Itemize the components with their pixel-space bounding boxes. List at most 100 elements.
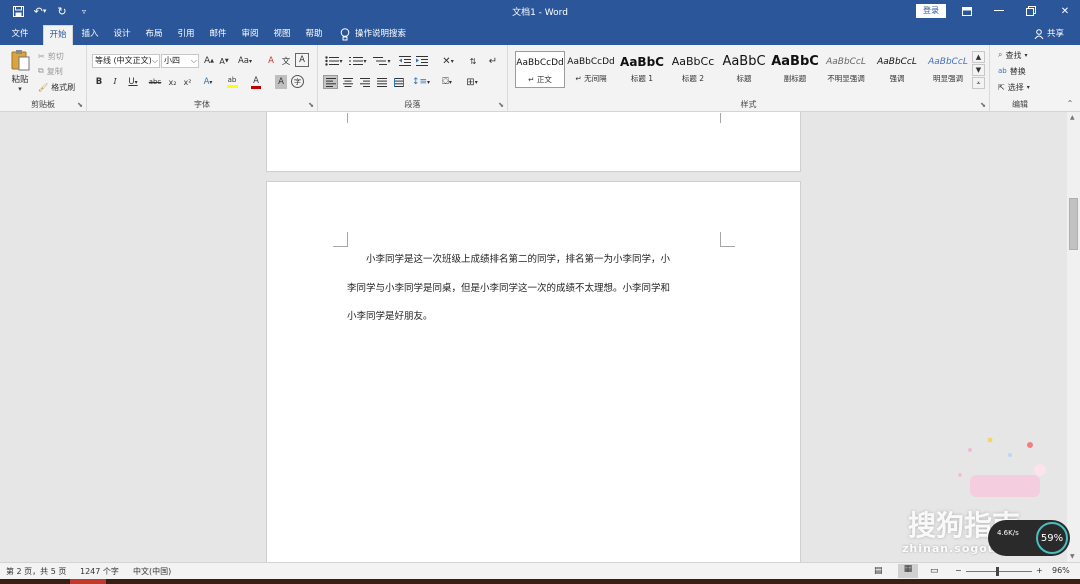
save-icon[interactable] xyxy=(10,3,26,19)
web-layout-icon[interactable]: ▭ xyxy=(930,566,939,576)
justify-button[interactable] xyxy=(374,75,389,89)
undo-icon[interactable]: ↶ ▾ xyxy=(32,3,48,19)
tab-view[interactable]: 视图 xyxy=(269,25,295,45)
styles-scroll-up-icon[interactable]: ▲ xyxy=(972,51,985,63)
asian-layout-button[interactable]: ✕ ▾ xyxy=(438,54,458,68)
char-border-button[interactable]: A xyxy=(295,53,309,67)
taskbar-item[interactable] xyxy=(70,579,106,584)
tab-mailings[interactable]: 邮件 xyxy=(205,25,231,45)
customize-icon[interactable]: ▿ xyxy=(76,3,92,19)
paste-label: 粘贴 xyxy=(11,75,29,85)
phonetic-guide-button[interactable]: 文 xyxy=(280,54,292,68)
multilevel-list-button[interactable]: ▾ xyxy=(372,54,392,68)
increase-indent-button[interactable] xyxy=(415,54,429,68)
enclose-char-button[interactable]: 字 xyxy=(291,75,304,88)
word-count[interactable]: 1247 个字 xyxy=(80,566,119,577)
align-left-button[interactable] xyxy=(323,75,338,89)
grow-font-button[interactable]: A ▲ xyxy=(203,54,215,68)
select-button[interactable]: ⇱ 选择 ▾ xyxy=(998,81,1030,93)
strikethrough-button[interactable]: abc xyxy=(147,75,163,89)
copy-button[interactable]: ⧉ 复制 xyxy=(38,65,63,77)
font-size-combo[interactable]: 小四 ⌵ xyxy=(161,54,199,68)
dialog-launcher-icon[interactable]: ⬊ xyxy=(308,101,314,109)
style-normal[interactable]: AaBbCcDd ↵ 正文 xyxy=(515,51,565,88)
zoom-out-icon[interactable]: − xyxy=(955,566,962,575)
sort-button[interactable]: ⇅ xyxy=(466,54,480,68)
style-emphasis[interactable]: AaBbCcL 强调 xyxy=(872,51,922,88)
close-icon[interactable]: ✕ xyxy=(1056,3,1074,19)
dialog-launcher-icon[interactable]: ⬊ xyxy=(498,101,504,109)
style-title[interactable]: AaBbC 标题 xyxy=(719,51,769,88)
line-spacing-button[interactable]: ↕≡ ▾ xyxy=(410,75,432,89)
styles-scroll-down-icon[interactable]: ▼ xyxy=(972,64,985,76)
zoom-slider-thumb[interactable] xyxy=(996,567,999,576)
tab-help[interactable]: 帮助 xyxy=(301,25,327,45)
tell-me-search[interactable]: 操作说明搜索 xyxy=(340,25,406,43)
zoom-slider[interactable] xyxy=(966,571,1032,572)
restore-icon[interactable] xyxy=(1022,3,1040,19)
find-button[interactable]: ⌕ 查找 ▾ xyxy=(998,49,1028,61)
network-meter-widget[interactable]: 4.6K/s 59% xyxy=(988,520,1070,556)
minimize-icon[interactable] xyxy=(990,3,1008,19)
share-button[interactable]: 共享 xyxy=(1034,25,1064,43)
print-layout-icon[interactable]: ▦ xyxy=(898,564,918,578)
ribbon-display-icon[interactable] xyxy=(958,3,976,19)
style-intense-emphasis[interactable]: AaBbCcL 明显强调 xyxy=(923,51,973,88)
cut-button[interactable]: ✂ 剪切 xyxy=(38,50,64,62)
read-mode-icon[interactable]: ▤ xyxy=(874,566,883,576)
show-marks-button[interactable]: ↵ xyxy=(486,54,500,68)
tab-home[interactable]: 开始 xyxy=(43,25,73,45)
collapse-ribbon-icon[interactable]: ⌃ xyxy=(1064,97,1076,109)
decrease-indent-button[interactable] xyxy=(398,54,412,68)
style-subtle-emphasis[interactable]: AaBbCcL 不明显强调 xyxy=(821,51,871,88)
tab-references[interactable]: 引用 xyxy=(173,25,199,45)
tab-insert[interactable]: 插入 xyxy=(77,25,103,45)
tab-file[interactable]: 文件 xyxy=(4,25,36,45)
style-heading-2[interactable]: AaBbCc 标题 2 xyxy=(668,51,718,88)
replace-button[interactable]: ab 替换 xyxy=(998,65,1026,77)
subscript-button[interactable]: x₂ xyxy=(166,75,179,89)
dialog-launcher-icon[interactable]: ⬊ xyxy=(980,101,986,109)
tab-layout[interactable]: 布局 xyxy=(141,25,167,45)
bullets-button[interactable]: ▾ xyxy=(324,54,344,68)
shading-button[interactable]: ⛋ ▾ xyxy=(436,75,458,89)
align-center-button[interactable] xyxy=(340,75,355,89)
change-case-button[interactable]: Aa ▾ xyxy=(236,54,254,68)
superscript-button[interactable]: x² xyxy=(181,75,194,89)
dialog-launcher-icon[interactable]: ⬊ xyxy=(77,101,83,109)
format-painter-button[interactable]: 🖌 格式刷 xyxy=(38,81,75,93)
styles-more-icon[interactable]: ⩡ xyxy=(972,77,985,89)
login-button[interactable]: 登录 xyxy=(916,4,946,18)
distributed-button[interactable] xyxy=(391,75,406,89)
font-name-combo[interactable]: 等线 (中文正文) ⌵ xyxy=(92,54,160,68)
redo-icon[interactable]: ↻ xyxy=(54,3,70,19)
italic-button[interactable]: I xyxy=(109,75,121,89)
page-count[interactable]: 第 2 页，共 5 页 xyxy=(6,566,66,577)
style-heading-1[interactable]: AaBbC 标题 1 xyxy=(617,51,667,88)
char-shading-button[interactable]: A xyxy=(275,75,287,89)
tab-review[interactable]: 审阅 xyxy=(237,25,263,45)
tab-design[interactable]: 设计 xyxy=(109,25,135,45)
scroll-up-icon[interactable]: ▲ xyxy=(1070,114,1075,121)
style-no-spacing[interactable]: AaBbCcDd ↵ 无间隔 xyxy=(566,51,616,88)
numbering-button[interactable]: ▾ xyxy=(348,54,368,68)
shrink-font-button[interactable]: A ▼ xyxy=(218,54,230,68)
highlight-button[interactable]: ab xyxy=(222,75,242,89)
bold-button[interactable]: B xyxy=(93,75,105,89)
text-effects-button[interactable]: A ▾ xyxy=(199,75,217,89)
borders-button[interactable]: ⊞ ▾ xyxy=(461,75,483,89)
underline-button[interactable]: U ▾ xyxy=(124,75,142,89)
scroll-down-icon[interactable]: ▼ xyxy=(1070,553,1075,560)
clear-format-button[interactable]: A xyxy=(265,54,277,68)
vertical-scrollbar[interactable]: ▲ ▼ xyxy=(1067,112,1080,562)
language[interactable]: 中文(中国) xyxy=(133,566,171,577)
align-right-button[interactable] xyxy=(357,75,372,89)
paste-button[interactable]: 粘贴 ▾ xyxy=(6,49,34,93)
page-2[interactable]: 小李同学是这一次班级上成绩排名第二的同学，排名第一为小李同学，小 李同学与小李同… xyxy=(266,181,801,562)
zoom-level[interactable]: 96% xyxy=(1052,566,1070,575)
font-color-button[interactable]: A xyxy=(247,75,265,89)
style-subtitle[interactable]: AaBbC 副标题 xyxy=(770,51,820,88)
zoom-in-icon[interactable]: + xyxy=(1036,566,1043,575)
body-paragraph[interactable]: 小李同学是这一次班级上成绩排名第二的同学，排名第一为小李同学，小 李同学与小李同… xyxy=(347,246,719,332)
scrollbar-thumb[interactable] xyxy=(1069,198,1078,250)
